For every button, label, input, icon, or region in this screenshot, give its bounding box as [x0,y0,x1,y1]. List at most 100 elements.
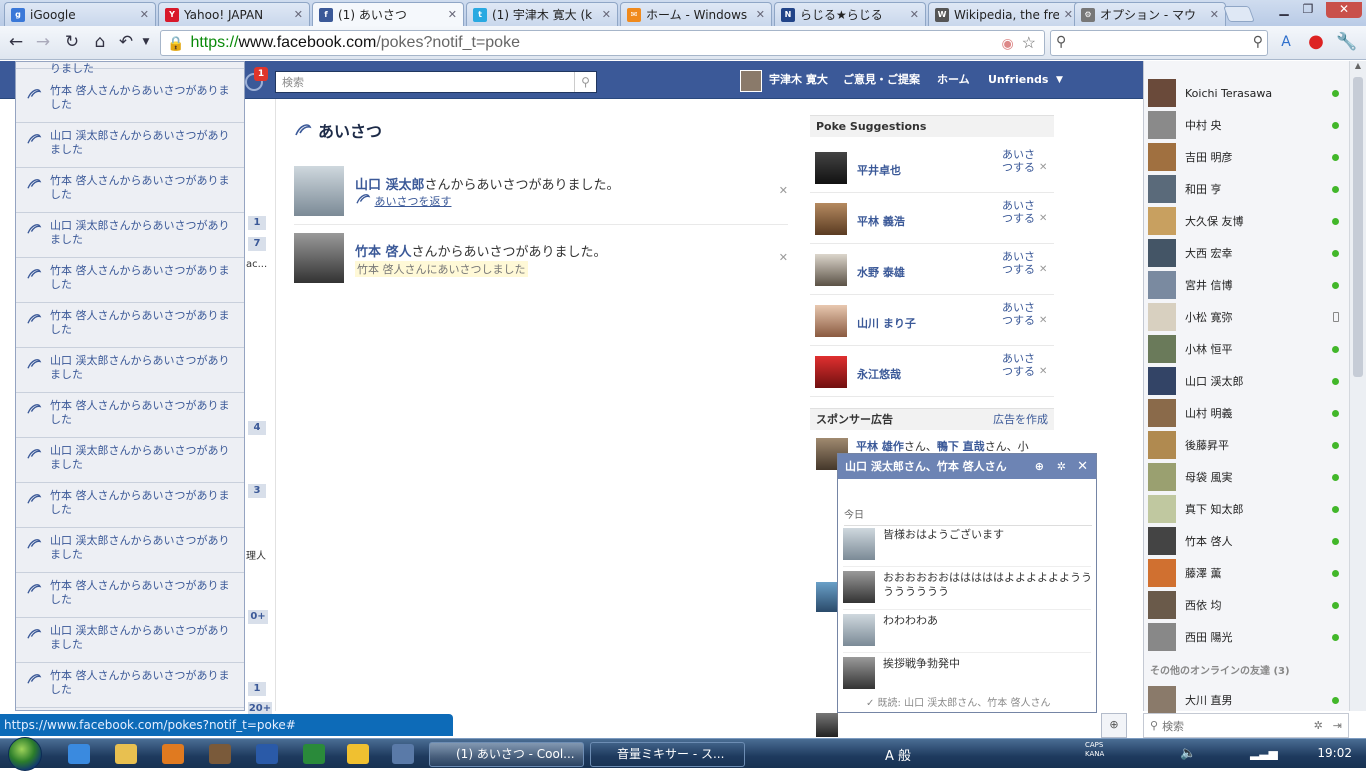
messenger-icon[interactable] [347,744,369,764]
scrollbar-thumb[interactable] [1353,77,1363,377]
excel-icon[interactable] [303,744,325,764]
friend-item[interactable]: 小松 寛弥 [1148,301,1343,333]
poke-button[interactable]: あいさつする [1002,148,1042,174]
friend-item[interactable]: 小林 恒平 [1148,333,1343,365]
chat-search-input[interactable]: ⚲ 検索 ✲ ⇥ [1143,713,1349,738]
avatar[interactable] [815,254,847,286]
chevron-down-icon[interactable]: ▼ [136,32,156,52]
close-icon[interactable]: ✕ [1039,366,1047,377]
friend-item[interactable]: 母袋 風実 [1148,461,1343,493]
search-icon[interactable]: ⚲ [574,72,596,92]
avatar[interactable] [815,305,847,337]
friend-item[interactable]: 後藤昇平 [1148,429,1343,461]
add-friend-icon[interactable]: ⊕ [1035,454,1044,479]
explorer-icon[interactable] [115,744,137,764]
unfriends-link[interactable]: Unfriends [988,61,1048,99]
close-icon[interactable]: ✕ [294,8,303,21]
avatar[interactable] [816,582,838,612]
close-icon[interactable]: ✕ [1039,162,1047,173]
friend-item[interactable]: 西田 陽光 [1148,621,1343,653]
notification-item[interactable]: 竹本 啓人さんからあいさつがありました [16,168,244,213]
home-link[interactable]: ホーム [937,61,970,99]
feedback-link[interactable]: ご意見・ご提案 [843,61,920,99]
avatar[interactable] [294,233,344,283]
suggestion-name[interactable]: 水野 泰雄 [857,264,905,280]
close-icon[interactable]: ✕ [1077,454,1088,479]
friend-item[interactable]: 中村 央 [1148,109,1343,141]
extension-icon[interactable]: ● [1306,32,1326,52]
volume-icon[interactable]: 🔈 [1180,746,1196,761]
chevron-up-icon[interactable]: ▲ [1352,61,1364,75]
poke-button[interactable]: あいさつする [1002,301,1042,327]
left-item-fragment[interactable]: ac... [246,259,267,270]
friend-item[interactable]: 藤澤 薫 [1148,557,1343,589]
tab-windows-live[interactable]: ✉ ホーム - Windows ✕ [620,2,772,26]
forward-icon[interactable]: → [33,32,53,52]
media-player-icon[interactable] [162,744,184,764]
notification-item[interactable]: 竹本 啓人さんからあいさつがありました [16,483,244,528]
close-icon[interactable]: ✕ [1039,264,1047,275]
undo-icon[interactable]: ↶ [116,32,136,52]
close-icon[interactable]: ✕ [1039,315,1047,326]
notification-item[interactable]: 山口 渓太郎さんからあいさつがありました [16,348,244,393]
ime-indicator[interactable]: A 般 [885,745,911,764]
browser-search-box[interactable]: ⚲ ⚲ [1050,30,1268,56]
profile-link[interactable]: 宇津木 寛大 [769,61,828,99]
avatar[interactable] [740,70,762,92]
notification-item[interactable]: りました [16,62,244,75]
left-item-fragment[interactable]: 理人 [246,547,266,562]
start-button[interactable] [8,737,42,771]
ie-icon[interactable] [68,744,90,764]
search-icon[interactable]: ⚲ [1253,34,1263,50]
task-volume-mixer[interactable]: 音量ミキサー - ス... [590,742,745,767]
tab-twitter[interactable]: t (1) 宇津木 寛大 (k ✕ [466,2,618,26]
avatar[interactable] [294,166,344,216]
tab-yahoo[interactable]: Y Yahoo! JAPAN ✕ [158,2,310,26]
notification-item[interactable]: 山口 渓太郎さんからあいさつがありました [16,213,244,258]
scrollbar[interactable]: ▲ [1349,61,1366,711]
minimize-button[interactable]: ▁ [1272,2,1296,18]
friend-item[interactable]: 山口 渓太郎 [1148,365,1343,397]
translate-icon[interactable]: A [1276,32,1296,52]
star-icon[interactable]: ☆ [1022,33,1036,53]
logout-icon[interactable]: ⇥ [1333,719,1342,732]
close-icon[interactable]: ✕ [602,8,611,21]
avatar[interactable] [843,614,875,646]
avatar[interactable] [815,152,847,184]
app-icon[interactable] [392,744,414,764]
notification-item[interactable]: 竹本 啓人さんからあいさつがありました [16,573,244,618]
task-chrome[interactable]: (1) あいさつ - Cool... [429,742,584,767]
close-icon[interactable]: ✕ [910,8,919,21]
notification-item[interactable]: 山口 渓太郎さんからあいさつがありました [16,438,244,483]
notification-item[interactable]: 竹本 啓人さんからあいさつがありました [16,393,244,438]
notification-item[interactable]: 山口 渓太郎さんからあいさつがありました [16,618,244,663]
friend-item[interactable]: 宮井 信博 [1148,269,1343,301]
network-icon[interactable]: ▂▃▅ [1250,746,1278,760]
avatar[interactable] [815,203,847,235]
address-bar[interactable]: 🔒 https://www.facebook.com/pokes?notif_t… [160,30,1045,56]
suggestion-name[interactable]: 平井卓也 [857,162,901,178]
friend-item[interactable]: 山村 明義 [1148,397,1343,429]
close-icon[interactable]: ✕ [779,251,788,264]
close-icon[interactable]: ✕ [756,8,765,21]
window-close-button[interactable]: ✕ [1326,2,1362,18]
notification-item[interactable]: 山口 渓太郎さんからあいさつがありました [16,528,244,573]
facebook-search-input[interactable]: 検索 ⚲ [275,71,597,93]
suggestion-name[interactable]: 山川 まり子 [857,315,916,331]
poke-sender-link[interactable]: 竹本 啓人 [355,245,412,260]
close-icon[interactable]: ✕ [448,8,457,21]
add-friend-icon[interactable]: ⊕ [1101,713,1127,738]
gear-icon[interactable]: ✲ [1314,719,1323,732]
notification-item[interactable]: 山口 渓太郎さんからあいさつがありました [16,123,244,168]
chevron-down-icon[interactable]: ▼ [1056,61,1063,99]
clock[interactable]: 19:02 [1317,746,1352,760]
poke-button[interactable]: あいさつする [1002,352,1042,378]
friend-item[interactable]: 大久保 友博 [1148,205,1343,237]
tab-igoogle[interactable]: g iGoogle ✕ [4,2,156,26]
app-icon[interactable] [209,744,231,764]
chat-header[interactable]: 山口 渓太郎さん、竹本 啓人さん ⊕ ✲ ✕ [838,454,1096,479]
avatar[interactable] [843,657,875,689]
notification-item[interactable]: 竹本 啓人さんからあいさつがありました [16,303,244,348]
notification-item[interactable]: 竹本 啓人さんからあいさつがありました [16,663,244,708]
close-icon[interactable]: ✕ [779,184,788,197]
